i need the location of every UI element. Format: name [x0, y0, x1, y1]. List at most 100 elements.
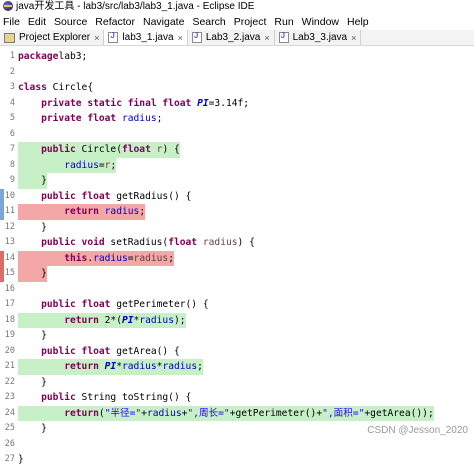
- menu-navigate[interactable]: Navigate: [139, 14, 188, 30]
- code-line[interactable]: 15 }: [0, 266, 474, 282]
- menu-source[interactable]: Source: [50, 14, 91, 30]
- code-text: radius=r;: [18, 157, 117, 173]
- tab-project-explorer[interactable]: Project Explorer ×: [0, 30, 105, 45]
- line-number: 11: [4, 206, 15, 216]
- line-number: 25: [4, 423, 15, 433]
- line-number: 20: [4, 345, 15, 356]
- code-text: private static final float PI=3.14f;: [41, 97, 250, 109]
- tab-lab3-2-java[interactable]: Lab3_2.java×: [187, 30, 275, 45]
- code-line[interactable]: 13 public void setRadius(float radius) {: [0, 235, 474, 251]
- close-tab-icon[interactable]: ×: [94, 33, 99, 43]
- code-text: public float getRadius() {: [41, 190, 192, 202]
- code-line[interactable]: 16: [0, 282, 474, 298]
- menu-window[interactable]: Window: [298, 14, 343, 30]
- line-number: 1: [9, 51, 15, 61]
- menu-help[interactable]: Help: [343, 14, 373, 30]
- line-number: 7: [9, 144, 15, 154]
- java-file-icon: [278, 31, 289, 43]
- menu-edit[interactable]: Edit: [24, 14, 50, 30]
- line-number: 4: [9, 97, 15, 108]
- code-text: class Circle{: [18, 82, 94, 93]
- tab-label: lab3_1.java: [122, 32, 174, 43]
- editor-tab-bar: Project Explorer×lab3_1.java×Lab3_2.java…: [0, 30, 474, 46]
- code-line[interactable]: 4 private static final float PI=3.14f;: [0, 96, 474, 112]
- menu-refactor[interactable]: Refactor: [91, 14, 139, 30]
- line-number: 5: [9, 113, 15, 123]
- code-line[interactable]: 11 return radius;: [0, 204, 474, 220]
- menu-bar: File Edit Source Refactor Navigate Search Proj…: [0, 14, 474, 30]
- code-line[interactable]: 18 return 2*(PI*radius);: [0, 312, 474, 328]
- line-number: 6: [9, 128, 15, 139]
- project-explorer-icon: [4, 32, 15, 43]
- code-line[interactable]: 20 public float getArea() {: [0, 344, 474, 360]
- eclipse-app-icon: [3, 1, 13, 11]
- code-line[interactable]: 3 class Circle{: [0, 80, 474, 96]
- code-line[interactable]: 1 packagelab3;: [0, 49, 474, 65]
- code-line[interactable]: 23 public String toString() {: [0, 390, 474, 406]
- code-editor[interactable]: 1 packagelab3; 2 3 class Circle{4 private st…: [0, 46, 474, 465]
- code-line[interactable]: 12 }: [0, 220, 474, 236]
- code-line[interactable]: 9 }: [0, 173, 474, 189]
- close-tab-icon[interactable]: ×: [264, 33, 269, 43]
- code-text: }: [18, 266, 47, 282]
- code-text: }: [18, 173, 47, 189]
- tab-lab3-1-java[interactable]: lab3_1.java ×: [104, 30, 188, 45]
- line-number: 23: [4, 392, 15, 402]
- line-number: 19: [4, 330, 15, 340]
- line-number: 27: [4, 454, 15, 464]
- code-line[interactable]: 6: [0, 127, 474, 143]
- code-line[interactable]: 24 return("半径="+radius+",周长="+getPerimet…: [0, 405, 474, 421]
- code-line[interactable]: 19 }: [0, 328, 474, 344]
- code-line[interactable]: 17 public float getPerimeter() {: [0, 297, 474, 313]
- menu-search[interactable]: Search: [188, 14, 229, 30]
- code-line[interactable]: 26: [0, 437, 474, 453]
- close-tab-icon[interactable]: ×: [351, 33, 356, 43]
- code-text: public float getPerimeter() {: [41, 299, 209, 310]
- line-number: 22: [4, 376, 15, 387]
- menu-file[interactable]: File: [0, 14, 24, 30]
- line-number: 3: [9, 82, 15, 92]
- code-line[interactable]: 14 this.radius=radius;: [0, 250, 474, 266]
- line-number: 16: [4, 283, 15, 294]
- tab-lab3-3-java[interactable]: Lab3_3.java×: [274, 30, 362, 45]
- window-title: java开发工具 - lab3/src/lab3/lab3_1.java - E…: [16, 1, 255, 12]
- code-text: return radius;: [18, 204, 146, 220]
- line-number: 24: [4, 407, 15, 418]
- code-text: }: [18, 423, 47, 434]
- line-number: 9: [9, 175, 15, 185]
- code-text: }: [18, 376, 47, 388]
- code-line[interactable]: 27}: [0, 452, 474, 468]
- code-line[interactable]: 21 return PI*radius*radius;: [0, 359, 474, 375]
- line-number: 12: [4, 221, 15, 232]
- line-number: 21: [4, 361, 15, 371]
- tab-label: Lab3_3.java: [292, 32, 348, 43]
- menu-project[interactable]: Project: [230, 14, 271, 30]
- menu-run[interactable]: Run: [270, 14, 297, 30]
- code-text: }: [18, 330, 47, 341]
- code-text: private float radius;: [41, 113, 163, 124]
- tab-label: Lab3_2.java: [205, 32, 261, 43]
- tab-label: Project Explorer: [19, 32, 91, 43]
- line-number: 18: [4, 314, 15, 325]
- line-number: 14: [4, 252, 15, 263]
- line-number: 26: [4, 438, 15, 449]
- code-line[interactable]: 22 }: [0, 375, 474, 391]
- code-text: return 2*(PI*radius);: [18, 312, 186, 328]
- line-number: 17: [4, 299, 15, 309]
- code-text: }: [18, 454, 24, 465]
- code-text: return("半径="+radius+",周长="+getPerimeter(…: [18, 405, 434, 421]
- code-text: packagelab3;: [18, 51, 88, 62]
- close-tab-icon[interactable]: ×: [178, 33, 183, 43]
- code-line[interactable]: 7 public Circle(float r) {: [0, 142, 474, 158]
- code-line[interactable]: 2: [0, 65, 474, 81]
- code-text: public Circle(float r) {: [18, 142, 180, 158]
- code-line[interactable]: 8 radius=r;: [0, 157, 474, 173]
- code-text: return PI*radius*radius;: [18, 359, 203, 375]
- line-number: 2: [9, 66, 15, 77]
- code-line[interactable]: 5 private float radius;: [0, 111, 474, 127]
- code-text: public String toString() {: [41, 392, 192, 403]
- code-line[interactable]: 10 public float getRadius() {: [0, 188, 474, 204]
- code-text: public float getArea() {: [41, 345, 180, 357]
- line-number: 10: [4, 190, 15, 201]
- line-number: 8: [9, 159, 15, 170]
